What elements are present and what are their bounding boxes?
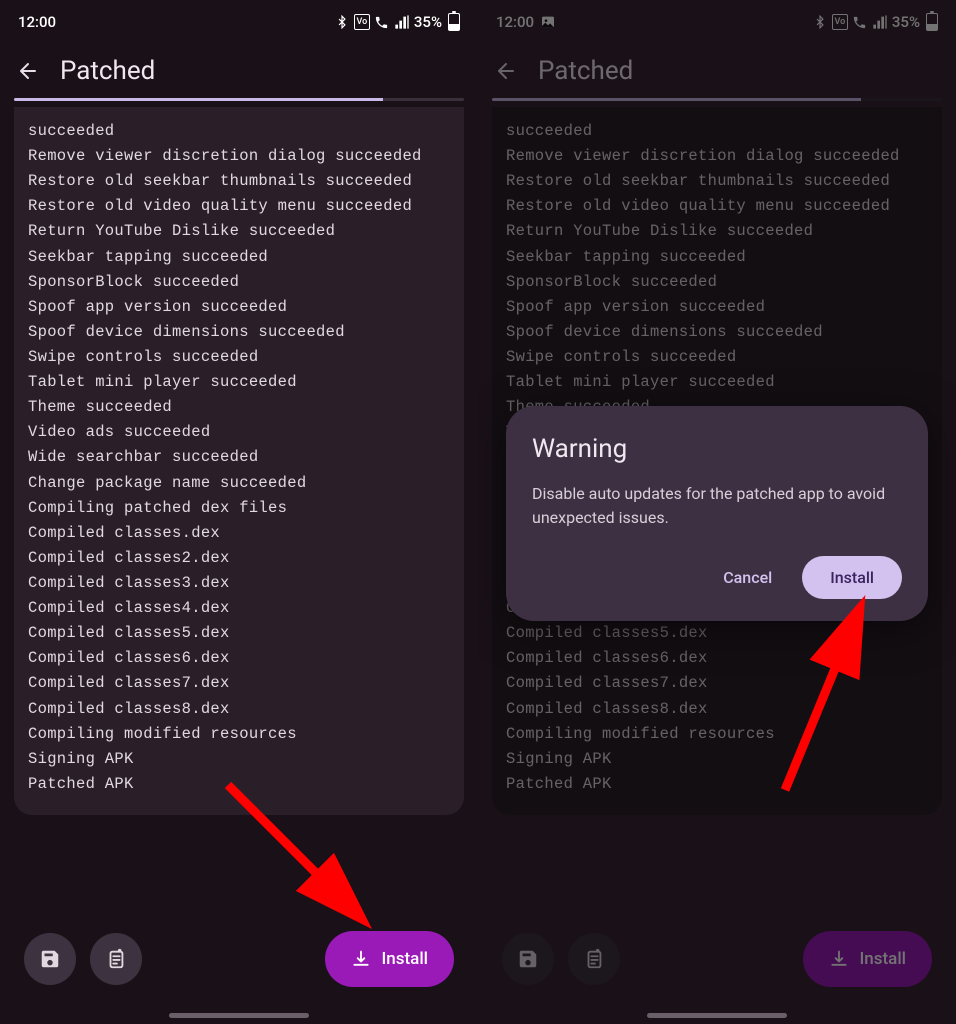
copy-log-button[interactable]: [568, 933, 620, 985]
log-line: Compiled classes7.dex: [28, 671, 450, 696]
screenshot-left: 12:00 Vo 35% Patched succeededRemove vie…: [0, 0, 478, 1024]
log-line: Return YouTube Dislike succeeded: [506, 219, 928, 244]
download-icon: [351, 949, 371, 969]
signal-icon: [872, 14, 888, 30]
app-bar: Patched: [478, 44, 956, 98]
log-line: succeeded: [506, 119, 928, 144]
log-line: Spoof app version succeeded: [506, 295, 928, 320]
battery-icon: [448, 13, 460, 31]
log-line: Spoof device dimensions succeeded: [28, 320, 450, 345]
picture-icon: [540, 14, 556, 30]
log-line: Tablet mini player succeeded: [506, 370, 928, 395]
volte-icon: Vo: [354, 14, 370, 30]
log-line: Signing APK: [28, 747, 450, 772]
log-line: Restore old seekbar thumbnails succeeded: [28, 169, 450, 194]
log-line: Compiled classes2.dex: [28, 546, 450, 571]
status-time: 12:00: [496, 13, 534, 31]
save-button[interactable]: [502, 933, 554, 985]
log-line: SponsorBlock succeeded: [28, 270, 450, 295]
status-icons: Vo 35%: [334, 13, 460, 31]
log-line: Restore old seekbar thumbnails succeeded: [506, 169, 928, 194]
log-line: Restore old video quality menu succeeded: [506, 194, 928, 219]
log-line: Remove viewer discretion dialog succeede…: [506, 144, 928, 169]
battery-percent: 35%: [414, 13, 442, 31]
page-title: Patched: [538, 56, 633, 86]
progress-bar: [14, 98, 464, 101]
bluetooth-icon: [812, 14, 828, 30]
page-title: Patched: [60, 56, 155, 86]
dialog-title: Warning: [532, 434, 902, 464]
battery-icon: [926, 13, 938, 31]
log-line: Compiled classes5.dex: [28, 621, 450, 646]
copy-log-button[interactable]: [90, 933, 142, 985]
log-panel[interactable]: succeededRemove viewer discretion dialog…: [14, 107, 464, 815]
log-line: Patched APK: [28, 772, 450, 797]
log-line: Change package name succeeded: [28, 471, 450, 496]
dialog-install-button[interactable]: Install: [802, 556, 902, 599]
log-line: Compiled classes4.dex: [28, 596, 450, 621]
status-bar: 12:00 Vo 35%: [0, 0, 478, 44]
bluetooth-icon: [334, 14, 350, 30]
status-icons: Vo 35%: [812, 13, 938, 31]
volte-icon: Vo: [832, 14, 848, 30]
dialog-body: Disable auto updates for the patched app…: [532, 482, 902, 530]
log-line: Spoof app version succeeded: [28, 295, 450, 320]
log-line: Seekbar tapping succeeded: [506, 245, 928, 270]
battery-percent: 35%: [892, 13, 920, 31]
save-button[interactable]: [24, 933, 76, 985]
log-line: Compiled classes6.dex: [506, 646, 928, 671]
log-line: Compiled classes5.dex: [506, 621, 928, 646]
app-bar: Patched: [0, 44, 478, 98]
status-time: 12:00: [18, 13, 56, 31]
signal-icon: [394, 14, 410, 30]
log-line: Return YouTube Dislike succeeded: [28, 219, 450, 244]
download-icon: [829, 949, 849, 969]
bottom-bar: Install: [0, 914, 478, 1024]
log-line: Swipe controls succeeded: [506, 345, 928, 370]
warning-dialog: Warning Disable auto updates for the pat…: [506, 406, 928, 621]
log-line: Compiled classes8.dex: [28, 697, 450, 722]
log-line: succeeded: [28, 119, 450, 144]
cancel-button[interactable]: Cancel: [709, 558, 786, 597]
install-button[interactable]: Install: [325, 931, 454, 987]
install-button[interactable]: Install: [803, 931, 932, 987]
log-line: Compiled classes3.dex: [28, 571, 450, 596]
log-line: Theme succeeded: [28, 395, 450, 420]
log-line: SponsorBlock succeeded: [506, 270, 928, 295]
bottom-bar: Install: [478, 914, 956, 1024]
log-line: Compiling modified resources: [506, 722, 928, 747]
log-line: Patched APK: [506, 772, 928, 797]
log-line: Tablet mini player succeeded: [28, 370, 450, 395]
log-line: Compiling patched dex files: [28, 496, 450, 521]
screenshot-right: 12:00 Vo 35% Patched succeededRemove: [478, 0, 956, 1024]
log-line: Restore old video quality menu succeeded: [28, 194, 450, 219]
log-line: Compiled classes7.dex: [506, 671, 928, 696]
log-line: Signing APK: [506, 747, 928, 772]
log-line: Video ads succeeded: [28, 420, 450, 445]
nav-handle: [647, 1013, 787, 1018]
log-line: Compiled classes8.dex: [506, 697, 928, 722]
nav-handle: [169, 1013, 309, 1018]
back-icon[interactable]: [494, 59, 518, 83]
log-line: Compiled classes6.dex: [28, 646, 450, 671]
log-line: Swipe controls succeeded: [28, 345, 450, 370]
progress-bar: [492, 98, 942, 101]
status-bar: 12:00 Vo 35%: [478, 0, 956, 44]
install-button-label: Install: [381, 949, 428, 969]
log-line: Seekbar tapping succeeded: [28, 245, 450, 270]
wifi-call-icon: [852, 14, 868, 30]
log-line: Wide searchbar succeeded: [28, 445, 450, 470]
log-line: Spoof device dimensions succeeded: [506, 320, 928, 345]
log-line: Compiling modified resources: [28, 722, 450, 747]
log-line: Remove viewer discretion dialog succeede…: [28, 144, 450, 169]
back-icon[interactable]: [16, 59, 40, 83]
wifi-call-icon: [374, 14, 390, 30]
install-button-label: Install: [859, 949, 906, 969]
log-line: Compiled classes.dex: [28, 521, 450, 546]
